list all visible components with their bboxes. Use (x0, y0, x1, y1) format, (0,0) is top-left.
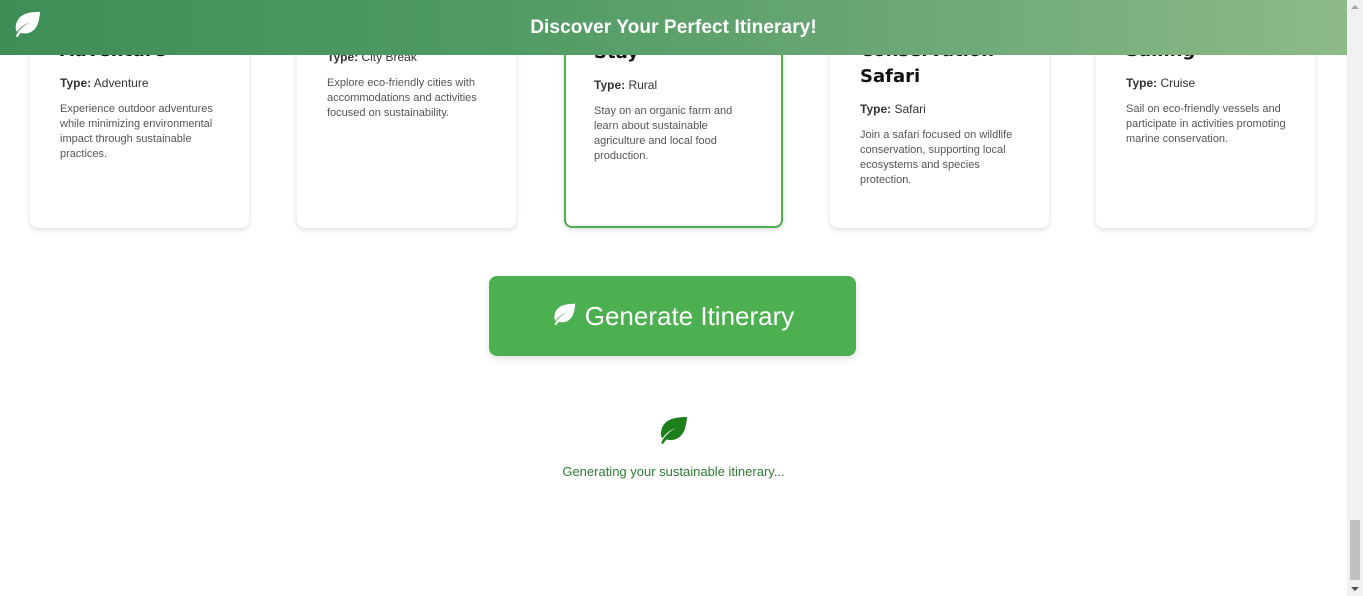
card-description: Stay on an organic farm and learn about … (594, 105, 733, 162)
card-type-label: Type: (60, 76, 92, 90)
card-description: Sail on eco-friendly vessels and partici… (1126, 103, 1286, 145)
card-description: Explore eco-friendly cities with accommo… (327, 77, 477, 119)
card-type-label: Type: (860, 102, 892, 116)
card-type: Type: Adventure (60, 76, 229, 90)
card-type-label: Type: (594, 78, 626, 92)
vertical-scrollbar[interactable] (1347, 0, 1363, 596)
loading-status-text: Generating your sustainable itinerary... (562, 464, 785, 479)
page-title: Discover Your Perfect Itinerary! (530, 17, 817, 38)
card-type-value: Adventure (93, 76, 149, 90)
leaf-icon[interactable] (12, 11, 42, 39)
generate-itinerary-button[interactable]: Generate Itinerary (489, 276, 856, 356)
scroll-up-arrow-icon[interactable] (1347, 0, 1363, 14)
scroll-down-arrow-icon[interactable] (1347, 582, 1363, 596)
card-type-label: Type: (1126, 76, 1158, 90)
card-type: Type: Cruise (1126, 76, 1295, 90)
card-type-value: Safari (894, 102, 926, 116)
card-description: Experience outdoor adventures while mini… (60, 103, 213, 160)
card-description: Join a safari focused on wildlife conser… (860, 129, 1013, 186)
leaf-icon (554, 303, 575, 326)
top-header: Discover Your Perfect Itinerary! (0, 0, 1347, 55)
leaf-icon (660, 417, 687, 444)
card-type-value: Cruise (1160, 76, 1196, 90)
card-type: Type: Rural (594, 78, 761, 92)
card-type-value: Rural (628, 78, 658, 92)
scrollbar-thumb[interactable] (1350, 520, 1360, 580)
card-type: Type: Safari (860, 102, 1029, 116)
generate-button-label: Generate Itinerary (584, 300, 795, 331)
page-viewport: Adventure Type: Adventure Experience out… (0, 0, 1347, 596)
